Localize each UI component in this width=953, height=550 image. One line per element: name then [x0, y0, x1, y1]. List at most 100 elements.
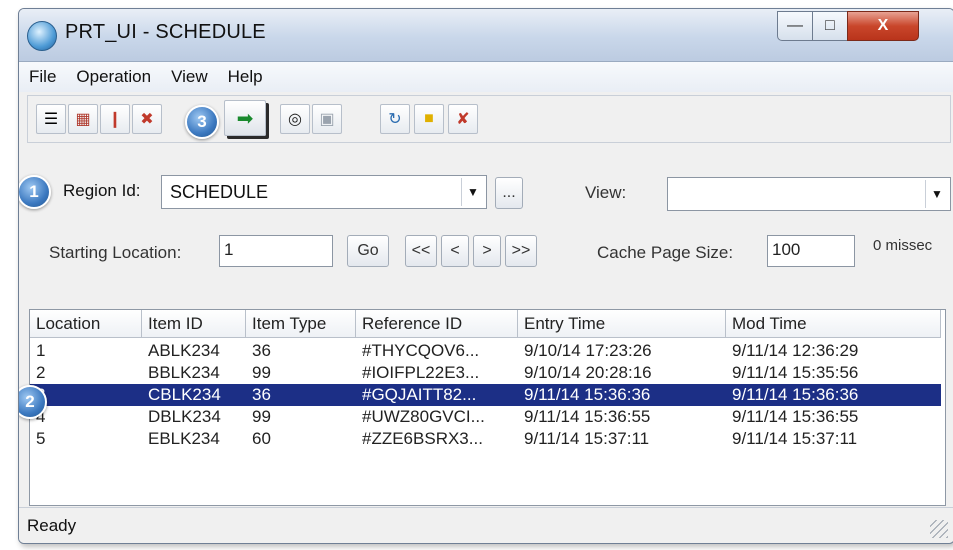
stop-icon: ✖ [140, 111, 154, 128]
region-browse-button[interactable]: ... [495, 177, 523, 209]
column-header-location[interactable]: Location [30, 310, 142, 338]
region-label: Region Id: [63, 181, 141, 200]
report-icon: ❙ [108, 111, 122, 128]
cell-entry-time: 9/10/14 20:28:16 [524, 363, 652, 382]
menu-help[interactable]: Help [218, 67, 273, 87]
go-arrow-icon: ➡ [236, 107, 254, 130]
view-select[interactable]: ▼ [667, 177, 951, 211]
find-next-button[interactable]: ▣ [312, 104, 342, 134]
last-page-button[interactable]: >> [505, 235, 537, 267]
cell-mod-time: 9/11/14 15:37:11 [732, 429, 858, 448]
cell-reference-id: #IOIFPL22E3... [362, 363, 480, 382]
refresh-button[interactable]: ↻ [380, 104, 410, 134]
column-header-item-id[interactable]: Item ID [142, 310, 246, 338]
cell-entry-time: 9/10/14 17:23:26 [524, 341, 652, 360]
last-page-icon: >> [511, 242, 531, 259]
cell-reference-id: #THYCQOV6... [362, 341, 480, 360]
delete-icon: ✘ [456, 111, 470, 128]
missed-count: 0 missec [873, 237, 933, 254]
maximize-button[interactable]: □ [812, 11, 848, 41]
maximize-icon: □ [825, 17, 835, 34]
table-row[interactable]: 1 ABLK234 36 #THYCQOV6... 9/10/14 17:23:… [30, 340, 941, 362]
cell-location: 1 [36, 341, 46, 360]
cell-location: 5 [36, 429, 46, 448]
toolbar: ☰ ▦ ❙ ✖ ➡ ◎ ▣ ↻ ■ ✘ [27, 95, 951, 143]
cell-mod-time: 9/11/14 15:35:56 [732, 363, 859, 382]
starting-location-input[interactable]: 1 [219, 235, 333, 267]
status-text: Ready [27, 516, 77, 535]
callout-1: 1 [19, 175, 51, 209]
app-icon [27, 21, 57, 51]
table-row-selected[interactable]: 3 CBLK234 36 #GQJAITT82... 9/11/14 15:36… [30, 384, 941, 406]
first-page-icon: << [411, 242, 431, 259]
cell-reference-id: #GQJAITT82... [362, 385, 477, 404]
next-page-icon: > [482, 242, 492, 259]
region-select[interactable]: SCHEDULE ▼ [161, 175, 487, 209]
menu-bar: File Operation View Help [19, 62, 953, 92]
go-button[interactable]: Go [347, 235, 389, 267]
calendar-icon: ▦ [75, 111, 91, 128]
cell-location: 2 [36, 363, 46, 382]
cell-item-id: EBLK234 [148, 429, 220, 448]
cache-size-input[interactable]: 100 [767, 235, 855, 267]
browse-label: ... [502, 184, 516, 201]
cell-location: 4 [36, 407, 46, 426]
menu-file[interactable]: File [19, 67, 66, 87]
menu-operation[interactable]: Operation [66, 67, 161, 87]
prev-page-icon: < [450, 242, 460, 259]
app-window: PRT_UI - SCHEDULE — □ X File Operation V… [18, 8, 953, 544]
lock-icon: ■ [424, 110, 434, 127]
delete-button[interactable]: ✘ [448, 104, 478, 134]
cell-reference-id: #ZZE6BSRX3... [362, 429, 483, 448]
starting-location-label: Starting Location: [49, 243, 182, 262]
go-arrow-button[interactable]: ➡ [224, 100, 266, 136]
filter-panel: Region Id: SCHEDULE ▼ ... View: ▼ Starti… [27, 147, 951, 309]
window-title: PRT_UI - SCHEDULE [65, 21, 266, 43]
close-button[interactable]: X [847, 11, 919, 41]
column-header-mod-time[interactable]: Mod Time [726, 310, 941, 338]
cell-item-type: 36 [252, 385, 271, 404]
cell-item-type: 99 [252, 407, 271, 426]
title-bar[interactable]: PRT_UI - SCHEDULE — □ X [19, 9, 953, 62]
report-button[interactable]: ❙ [100, 104, 130, 134]
minimize-button[interactable]: — [777, 11, 813, 41]
cache-size-label: Cache Page Size: [597, 243, 734, 262]
cell-item-id: DBLK234 [148, 407, 221, 426]
cell-item-id: ABLK234 [148, 341, 220, 360]
prev-page-button[interactable]: < [441, 235, 469, 267]
view-label: View: [585, 183, 627, 202]
minimize-icon: — [787, 17, 803, 34]
stop-button[interactable]: ✖ [132, 104, 162, 134]
cell-mod-time: 9/11/14 12:36:29 [732, 341, 859, 360]
new-icon: ☰ [43, 111, 59, 128]
find-button[interactable]: ◎ [280, 104, 310, 134]
table-row[interactable]: 4 DBLK234 99 #UWZ80GVCI... 9/11/14 15:36… [30, 406, 941, 428]
column-header-entry-time[interactable]: Entry Time [518, 310, 726, 338]
new-button[interactable]: ☰ [36, 104, 66, 134]
table-row[interactable]: 2 BBLK234 99 #IOIFPL22E3... 9/10/14 20:2… [30, 362, 941, 384]
next-page-button[interactable]: > [473, 235, 501, 267]
first-page-button[interactable]: << [405, 235, 437, 267]
table-row[interactable]: 5 EBLK234 60 #ZZE6BSRX3... 9/11/14 15:37… [30, 428, 941, 450]
column-header-reference-id[interactable]: Reference ID [356, 310, 518, 338]
chevron-down-icon[interactable]: ▼ [461, 178, 484, 206]
binoculars-icon: ◎ [288, 111, 302, 128]
status-bar: Ready [19, 507, 953, 543]
cell-item-type: 99 [252, 363, 271, 382]
menu-view[interactable]: View [161, 67, 218, 87]
cell-entry-time: 9/11/14 15:36:36 [524, 385, 651, 404]
results-table: Location Item ID Item Type Reference ID … [29, 309, 946, 506]
region-value: SCHEDULE [170, 181, 269, 202]
resize-grip-icon[interactable] [930, 520, 948, 538]
close-icon: X [877, 17, 889, 34]
calendar-button[interactable]: ▦ [68, 104, 98, 134]
chevron-down-icon[interactable]: ▼ [925, 180, 948, 208]
callout-3: 3 [185, 105, 219, 139]
column-header-item-type[interactable]: Item Type [246, 310, 356, 338]
cell-item-type: 60 [252, 429, 271, 448]
lock-button[interactable]: ■ [414, 104, 444, 134]
go-label: Go [357, 242, 379, 259]
cell-item-type: 36 [252, 341, 271, 360]
cell-entry-time: 9/11/14 15:37:11 [524, 429, 650, 448]
cell-mod-time: 9/11/14 15:36:55 [732, 407, 859, 426]
